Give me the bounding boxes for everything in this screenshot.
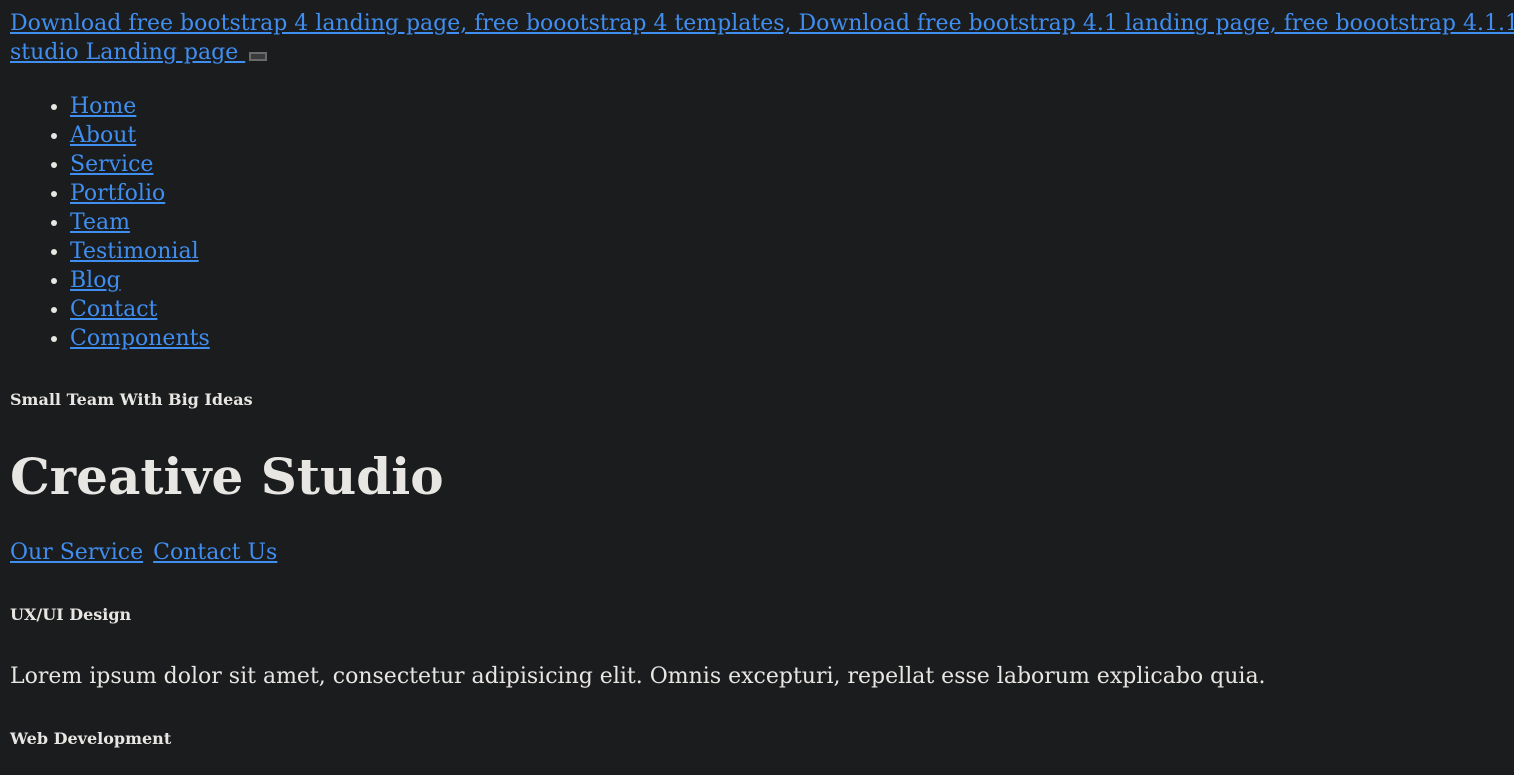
hero-eyebrow: Small Team With Big Ideas — [10, 390, 253, 409]
hero-cta-row: Our Service Contact Us — [10, 538, 277, 567]
service-title-web-dev: Web Development — [10, 729, 172, 748]
our-service-button[interactable]: Our Service — [10, 540, 143, 565]
nav-link-portfolio[interactable]: Portfolio — [70, 181, 165, 206]
service-title-ux-ui: UX/UI Design — [10, 605, 132, 624]
navbar-brand-link[interactable]: Download free bootstrap 4 landing page, … — [10, 11, 1514, 67]
brand-line-2: studio Landing page — [10, 38, 1514, 67]
nav-item-team: Team — [70, 208, 210, 237]
nav-link-about[interactable]: About — [70, 123, 136, 148]
nav-link-home[interactable]: Home — [70, 94, 136, 119]
nav-link-contact[interactable]: Contact — [70, 297, 157, 322]
nav-item-about: About — [70, 121, 210, 150]
brand-line-1: Download free bootstrap 4 landing page, … — [10, 11, 1514, 36]
nav-link-service[interactable]: Service — [70, 152, 153, 177]
nav-link-components[interactable]: Components — [70, 326, 210, 351]
nav-link-blog[interactable]: Blog — [70, 268, 121, 293]
hero-title: Creative Studio — [10, 447, 444, 506]
navbar-toggler-button[interactable] — [249, 51, 268, 61]
contact-us-button[interactable]: Contact Us — [153, 540, 277, 565]
service-description-ux-ui: Lorem ipsum dolor sit amet, consectetur … — [10, 664, 1266, 689]
nav-item-testimonial: Testimonial — [70, 237, 210, 266]
nav-item-components: Components — [70, 324, 210, 353]
brand-line-2-text: studio Landing page — [10, 40, 246, 65]
nav-item-blog: Blog — [70, 266, 210, 295]
nav-menu: Home About Service Portfolio Team Testim… — [0, 92, 210, 353]
navbar-brand-row: Download free bootstrap 4 landing page, … — [10, 9, 1514, 67]
nav-item-service: Service — [70, 150, 210, 179]
page: Download free bootstrap 4 landing page, … — [0, 0, 1514, 775]
nav-item-contact: Contact — [70, 295, 210, 324]
nav-link-testimonial[interactable]: Testimonial — [70, 239, 199, 264]
nav-item-portfolio: Portfolio — [70, 179, 210, 208]
nav-link-team[interactable]: Team — [70, 210, 130, 235]
nav-item-home: Home — [70, 92, 210, 121]
